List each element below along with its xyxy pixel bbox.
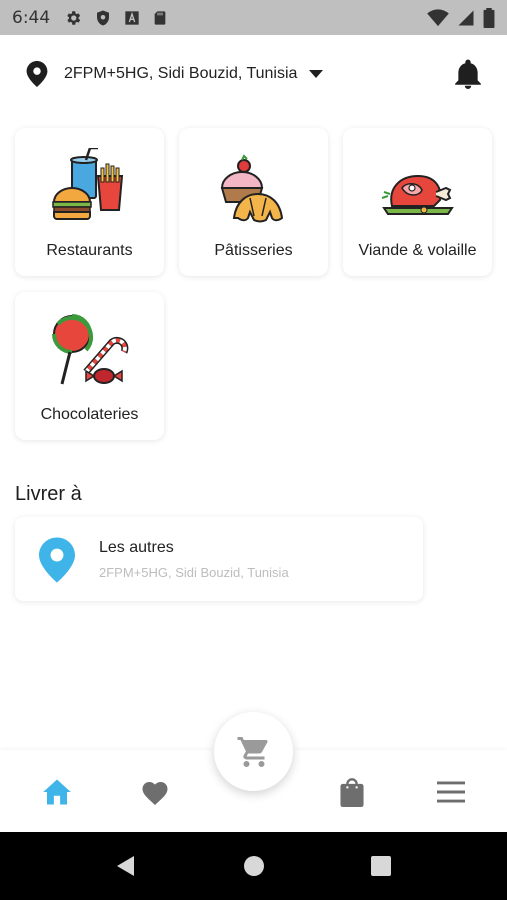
shield-icon bbox=[97, 10, 110, 25]
nav-home[interactable] bbox=[37, 772, 77, 812]
category-card-chocolateries[interactable]: Chocolateries bbox=[15, 292, 164, 440]
battery-icon bbox=[483, 7, 495, 28]
shopping-bag-icon bbox=[340, 778, 364, 807]
menu-icon bbox=[437, 781, 465, 803]
meat-icon bbox=[381, 174, 454, 215]
current-location-text[interactable]: 2FPM+5HG, Sidi Bouzid, Tunisia bbox=[64, 65, 297, 83]
location-header: 2FPM+5HG, Sidi Bouzid, Tunisia bbox=[0, 35, 507, 113]
location-pin-icon bbox=[26, 61, 48, 87]
address-card[interactable]: Les autres 2FPM+5HG, Sidi Bouzid, Tunisi… bbox=[15, 517, 423, 601]
address-detail: 2FPM+5HG, Sidi Bouzid, Tunisia bbox=[99, 565, 289, 580]
back-icon[interactable] bbox=[114, 854, 138, 878]
font-icon bbox=[125, 10, 139, 25]
sd-card-icon bbox=[154, 10, 166, 25]
gear-icon bbox=[67, 10, 81, 25]
pastry-icon bbox=[220, 154, 283, 223]
category-card-viande[interactable]: Viande & volaille bbox=[343, 128, 492, 276]
location-pin-icon bbox=[39, 537, 75, 583]
nav-favorites[interactable] bbox=[135, 772, 175, 812]
category-label: Viande & volaille bbox=[358, 242, 477, 259]
bell-icon[interactable] bbox=[455, 59, 481, 89]
recents-icon[interactable] bbox=[369, 854, 393, 878]
nav-menu[interactable] bbox=[431, 772, 471, 812]
address-name: Les autres bbox=[99, 539, 174, 556]
fast-food-icon bbox=[51, 148, 123, 220]
home-circle-icon[interactable] bbox=[242, 854, 266, 878]
cart-icon bbox=[237, 736, 268, 767]
wifi-icon bbox=[427, 8, 449, 26]
candy-icon bbox=[51, 314, 128, 385]
home-icon bbox=[43, 779, 71, 805]
category-card-restaurants[interactable]: Restaurants bbox=[15, 128, 164, 276]
status-time: 6:44 bbox=[12, 7, 51, 28]
category-label: Chocolateries bbox=[40, 406, 139, 423]
deliver-title: Livrer à bbox=[15, 483, 82, 505]
nav-orders[interactable] bbox=[332, 772, 372, 812]
category-label: Pâtisseries bbox=[214, 242, 293, 259]
category-card-patisseries[interactable]: Pâtisseries bbox=[179, 128, 328, 276]
cart-button[interactable] bbox=[214, 712, 293, 791]
system-nav-bar bbox=[0, 832, 507, 900]
caret-down-icon[interactable] bbox=[309, 70, 324, 78]
heart-icon bbox=[142, 782, 168, 805]
status-bar: 6:44 bbox=[0, 0, 507, 35]
cellular-icon bbox=[458, 10, 474, 25]
category-label: Restaurants bbox=[46, 242, 133, 259]
